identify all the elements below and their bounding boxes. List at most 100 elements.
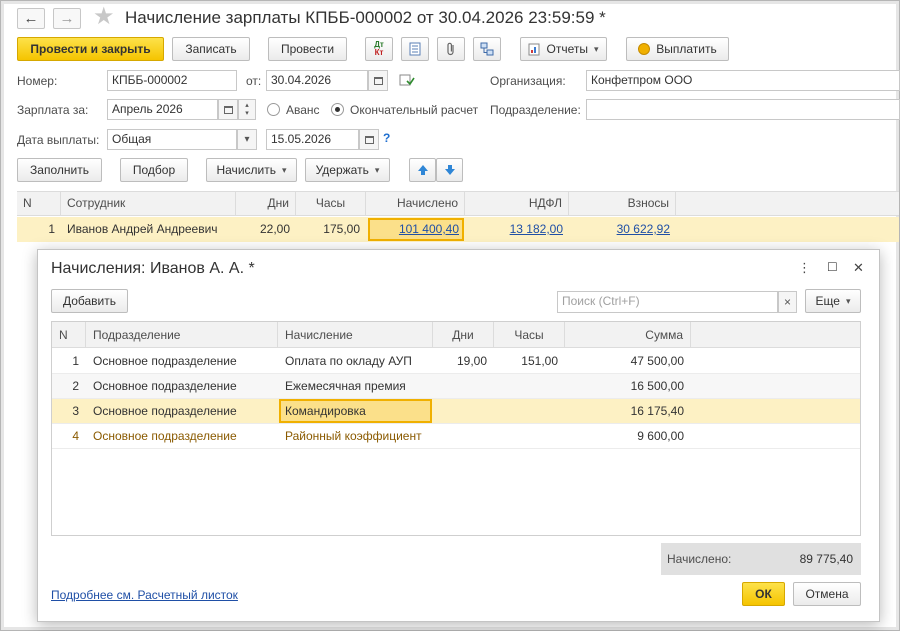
employees-table-header: N Сотрудник Дни Часы Начислено НДФЛ Взно… (17, 191, 899, 216)
table-row[interactable]: 4 Основное подразделение Районный коэффи… (52, 424, 860, 449)
post-button[interactable]: Провести (268, 37, 347, 61)
col-accrued[interactable]: Начислено (366, 192, 465, 215)
accrual-cell[interactable]: Командировка (278, 399, 433, 424)
organization-field[interactable]: Конфетпром ООО (586, 70, 900, 91)
hours-cell[interactable] (494, 424, 565, 449)
organization-label: Организация: (490, 74, 566, 88)
accrued-cell[interactable]: 101 400,40 (366, 217, 465, 242)
sum-cell[interactable]: 9 600,00 (565, 424, 691, 449)
help-icon[interactable]: ? (383, 131, 390, 145)
accrual-cell[interactable]: Ежемесячная премия (278, 374, 433, 399)
reports-menu-button[interactable]: Отчеты (520, 37, 607, 61)
structure-button[interactable] (473, 37, 501, 61)
days-cell[interactable] (433, 424, 494, 449)
days-cell[interactable]: 19,00 (433, 349, 494, 374)
accrual-cell[interactable]: Районный коэффициент (278, 424, 433, 449)
date-field[interactable]: 30.04.2026 (266, 70, 368, 91)
dt-kt-button[interactable]: Дт Кт (365, 37, 393, 61)
search-clear-button[interactable]: × (778, 291, 797, 313)
contributions-cell[interactable]: 30 622,92 (569, 217, 676, 242)
forward-button[interactable]: → (53, 8, 81, 29)
col-employee[interactable]: Сотрудник (61, 192, 236, 215)
ndfl-cell[interactable]: 13 182,00 (465, 217, 569, 242)
sum-cell[interactable]: 16 500,00 (565, 374, 691, 399)
calendar-button[interactable] (368, 70, 388, 91)
payslip-link[interactable]: Подробнее см. Расчетный листок (51, 588, 238, 602)
days-cell[interactable] (433, 374, 494, 399)
pick-button[interactable]: Подбор (120, 158, 188, 182)
department-cell[interactable]: Основное подразделение (86, 349, 278, 374)
close-icon[interactable]: ✕ (853, 260, 864, 276)
cancel-button[interactable]: Отмена (793, 582, 861, 606)
chevron-down-icon: ▾ (244, 134, 250, 145)
ok-button[interactable]: ОК (742, 582, 785, 606)
accrual-cell[interactable]: Оплата по окладу АУП (278, 349, 433, 374)
hours-cell[interactable] (494, 374, 565, 399)
hours-cell[interactable]: 175,00 (296, 217, 366, 242)
col-hours[interactable]: Часы (494, 322, 565, 348)
final-calculation-radio[interactable] (331, 103, 344, 116)
accruals-table: N Подразделение Начисление Дни Часы Сумм… (51, 321, 861, 536)
pay-date-mode-select[interactable]: Общая (107, 129, 237, 150)
department-cell[interactable]: Основное подразделение (86, 374, 278, 399)
add-button[interactable]: Добавить (51, 289, 128, 313)
col-accrual[interactable]: Начисление (278, 322, 433, 348)
pay-date-mode-dropdown[interactable]: ▾ (237, 129, 257, 150)
table-row[interactable]: 1 Основное подразделение Оплата по оклад… (52, 349, 860, 374)
sum-cell[interactable]: 47 500,00 (565, 349, 691, 374)
attach-button[interactable] (437, 37, 465, 61)
move-down-button[interactable] (436, 158, 463, 182)
period-stepper[interactable]: ▴ ▾ (238, 99, 256, 120)
pay-date-calendar-button[interactable] (359, 129, 379, 150)
deduct-menu-button[interactable]: Удержать (305, 158, 390, 182)
advance-radio[interactable] (267, 103, 280, 116)
hours-cell[interactable] (494, 399, 565, 424)
hours-cell[interactable]: 151,00 (494, 349, 565, 374)
accrued-link[interactable]: 101 400,40 (399, 222, 459, 236)
department-cell[interactable]: Основное подразделение (86, 399, 278, 424)
col-days[interactable]: Дни (236, 192, 296, 215)
table-row[interactable]: 2 Основное подразделение Ежемесячная пре… (52, 374, 860, 399)
row-number: 4 (72, 429, 79, 443)
document-list-button[interactable] (401, 37, 429, 61)
deduct-label: Удержать (315, 163, 369, 177)
ndfl-link[interactable]: 13 182,00 (510, 222, 563, 236)
pay-button[interactable]: Выплатить (626, 37, 729, 61)
department-cell[interactable]: Основное подразделение (86, 424, 278, 449)
back-button[interactable]: ← (17, 8, 45, 29)
salary-period-field[interactable]: Апрель 2026 (107, 99, 218, 120)
accrue-menu-button[interactable]: Начислить (206, 158, 297, 182)
more-menu-button[interactable]: Еще (805, 289, 861, 313)
number-field[interactable]: КПББ-000002 (107, 70, 237, 91)
col-n[interactable]: N (17, 192, 61, 215)
fill-button[interactable]: Заполнить (17, 158, 102, 182)
search-input[interactable]: Поиск (Ctrl+F) (557, 291, 778, 313)
structure-icon (480, 42, 494, 56)
period-calendar-button[interactable] (218, 99, 238, 120)
col-department[interactable]: Подразделение (86, 322, 278, 348)
employee-cell[interactable]: Иванов Андрей Андреевич (61, 217, 236, 242)
table-row[interactable]: 1 Иванов Андрей Андреевич 22,00 175,00 1… (17, 217, 899, 242)
col-ndfl[interactable]: НДФЛ (465, 192, 569, 215)
days-cell[interactable] (433, 399, 494, 424)
col-n[interactable]: N (52, 322, 86, 348)
contributions-link[interactable]: 30 622,92 (617, 222, 670, 236)
col-sum[interactable]: Сумма (565, 322, 691, 348)
col-contributions[interactable]: Взносы (569, 192, 676, 215)
post-and-close-button[interactable]: Провести и закрыть (17, 37, 164, 61)
days-cell[interactable]: 22,00 (236, 217, 296, 242)
sum-cell[interactable]: 16 175,40 (565, 399, 691, 424)
department-field[interactable] (586, 99, 900, 120)
more-vertical-icon[interactable]: ⋮ (798, 260, 811, 276)
table-row-selected[interactable]: 3 Основное подразделение Командировка 16… (52, 399, 860, 424)
stepper-up-icon: ▴ (245, 101, 249, 109)
maximize-icon[interactable]: ☐ (827, 260, 838, 274)
col-days[interactable]: Дни (433, 322, 494, 348)
favorite-star-icon[interactable]: ★ (93, 5, 115, 29)
pay-date-field[interactable]: 15.05.2026 (266, 129, 359, 150)
col-hours[interactable]: Часы (296, 192, 366, 215)
paperclip-icon (447, 42, 454, 56)
save-button[interactable]: Записать (172, 37, 250, 61)
date-label: от: (246, 74, 262, 88)
move-up-button[interactable] (409, 158, 436, 182)
